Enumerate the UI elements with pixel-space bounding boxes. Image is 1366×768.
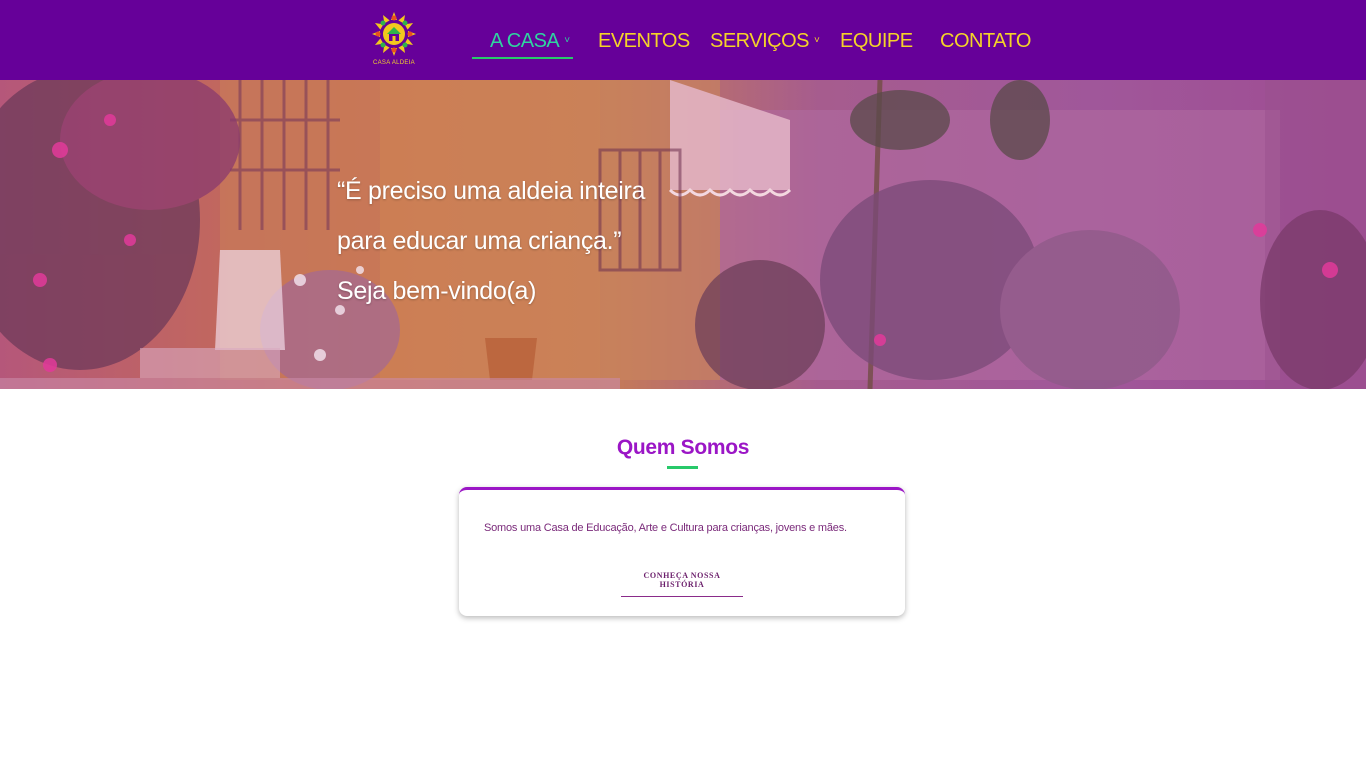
nav-item-eventos[interactable]: EVENTOS: [598, 28, 690, 54]
hero-quote: “É preciso uma aldeia inteira para educa…: [337, 166, 645, 316]
chevron-down-icon: ˅: [814, 35, 820, 46]
hero-banner: “É preciso uma aldeia inteira para educa…: [0, 80, 1366, 389]
nav-item-label: A CASA: [490, 30, 560, 52]
nav-item-label: CONTATO: [940, 30, 1031, 52]
about-description: Somos uma Casa de Educação, Arte e Cultu…: [484, 522, 847, 534]
active-nav-underline: [472, 57, 573, 59]
quote-line-1: “É preciso uma aldeia inteira: [337, 177, 646, 205]
nav-item-equipe[interactable]: EQUIPE: [840, 28, 913, 54]
nav-item-servicos[interactable]: SERVIÇOS ˅: [710, 28, 820, 54]
chevron-down-icon: ˅: [564, 35, 570, 46]
quote-line-2: para educar uma criança.”: [337, 227, 622, 255]
nav-item-contato[interactable]: CONTATO: [940, 28, 1031, 54]
title-underline: [667, 466, 698, 469]
about-card: Somos uma Casa de Educação, Arte e Cultu…: [459, 487, 905, 616]
nav-item-label: SERVIÇOS: [710, 30, 810, 52]
nav-item-label: EVENTOS: [598, 30, 690, 52]
casa-aldeia-logo[interactable]: CASA ALDEIA: [370, 10, 418, 68]
logo-text: CASA ALDEIA: [373, 60, 415, 66]
house-garden-photo: [0, 80, 1366, 389]
our-history-link[interactable]: CONHEÇA NOSSA HISTÓRIA: [621, 571, 743, 597]
nav-item-a-casa[interactable]: A CASA ˅: [490, 28, 570, 54]
sun-house-logo-icon: [372, 12, 416, 56]
top-navbar: CASA ALDEIA A CASA ˅ EVENTOS SERVIÇOS ˅ EQ…: [0, 0, 1366, 80]
nav-item-label: EQUIPE: [840, 30, 913, 52]
section-title: Quem Somos: [616, 436, 750, 459]
welcome-text: Seja bem-vindo(a): [337, 277, 537, 305]
